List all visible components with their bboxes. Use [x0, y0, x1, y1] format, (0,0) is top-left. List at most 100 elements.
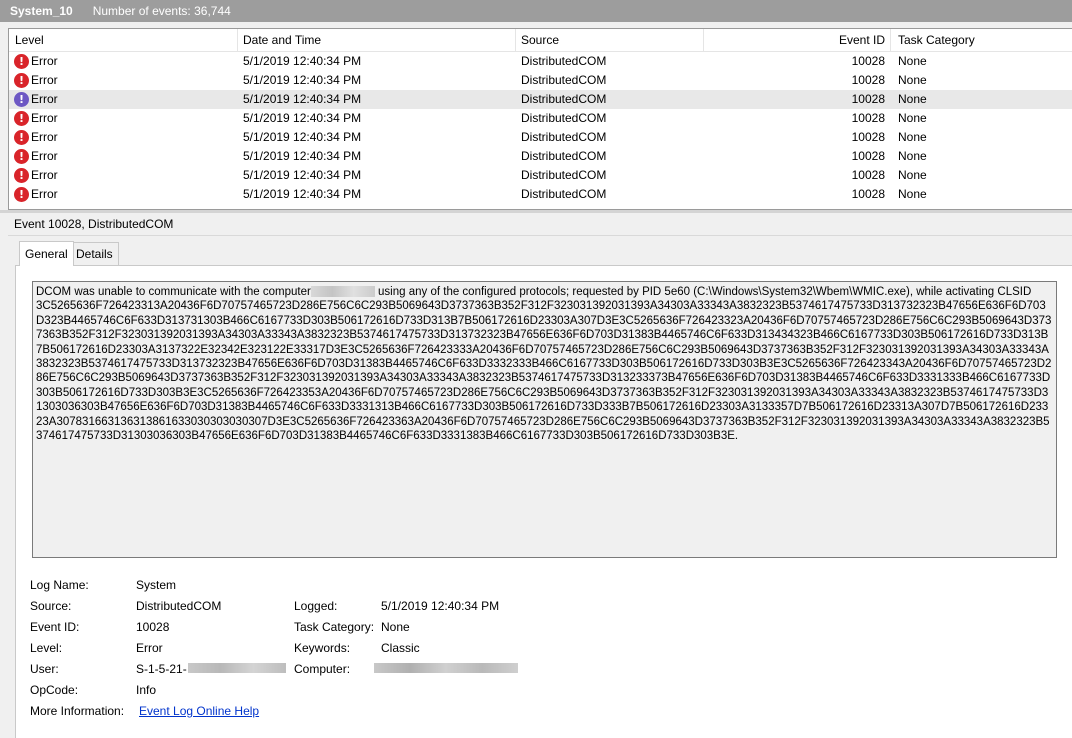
- pane-splitter[interactable]: [0, 210, 1072, 213]
- event-level: Error: [31, 149, 58, 163]
- task-category-label: Task Category:: [294, 620, 375, 634]
- event-date: 5/1/2019 12:40:34 PM: [243, 187, 362, 201]
- event-description-box[interactable]: DCOM was unable to communicate with the …: [32, 281, 1057, 558]
- user-label: User:: [30, 662, 59, 676]
- description-text-continued: using any of the configured protocols; r…: [374, 286, 1032, 298]
- event-detail-title: Event 10028, DistributedCOM: [14, 217, 174, 231]
- opcode-label: OpCode:: [30, 683, 79, 697]
- event-id: 10028: [851, 111, 885, 125]
- column-divider[interactable]: [703, 29, 704, 51]
- event-level: Error: [31, 130, 58, 144]
- description-clsid: 3C5265636F726423313A20436F6D70757465723D…: [36, 300, 1052, 443]
- event-category: None: [898, 149, 927, 163]
- event-level: Error: [31, 54, 58, 68]
- error-icon: !: [14, 92, 29, 107]
- redacted-user-sid: [188, 663, 286, 673]
- event-id: 10028: [851, 168, 885, 182]
- column-divider[interactable]: [237, 29, 238, 51]
- logged-value: 5/1/2019 12:40:34 PM: [381, 599, 500, 613]
- grid-header: Level Date and Time Source Event ID Task…: [9, 29, 1072, 52]
- event-date: 5/1/2019 12:40:34 PM: [243, 149, 362, 163]
- event-row[interactable]: ! Error 5/1/2019 12:40:34 PM Distributed…: [9, 128, 1072, 147]
- error-icon: !: [14, 54, 29, 69]
- event-category: None: [898, 187, 927, 201]
- column-header-task-category[interactable]: Task Category: [898, 29, 975, 51]
- event-row[interactable]: ! Error 5/1/2019 12:40:34 PM Distributed…: [9, 147, 1072, 166]
- log-name-value: System: [136, 578, 177, 592]
- level-value: Error: [136, 641, 163, 655]
- event-level: Error: [31, 92, 58, 106]
- event-id: 10028: [851, 130, 885, 144]
- event-category: None: [898, 111, 927, 125]
- source-label: Source:: [30, 599, 72, 613]
- event-log-online-help-link[interactable]: Event Log Online Help: [139, 702, 259, 720]
- tab-general[interactable]: General: [19, 241, 74, 266]
- event-date: 5/1/2019 12:40:34 PM: [243, 73, 362, 87]
- column-divider[interactable]: [890, 29, 891, 51]
- divider: [8, 235, 1072, 236]
- event-category: None: [898, 168, 927, 182]
- event-id: 10028: [851, 187, 885, 201]
- event-source: DistributedCOM: [521, 149, 607, 163]
- event-count: Number of events: 36,744: [92, 4, 231, 18]
- event-id-value: 10028: [136, 620, 170, 634]
- keywords-label: Keywords:: [294, 641, 351, 655]
- event-category: None: [898, 130, 927, 144]
- level-label: Level:: [30, 641, 63, 655]
- event-row-selected[interactable]: ! Error 5/1/2019 12:40:34 PM Distributed…: [9, 90, 1072, 109]
- error-icon: !: [14, 187, 29, 202]
- log-name-label: Log Name:: [30, 578, 89, 592]
- source-value: DistributedCOM: [136, 599, 222, 613]
- log-title-bar: System_10 Number of events: 36,744: [0, 0, 1072, 22]
- event-source: DistributedCOM: [521, 130, 607, 144]
- event-date: 5/1/2019 12:40:34 PM: [243, 54, 362, 68]
- error-icon: !: [14, 111, 29, 126]
- column-header-level[interactable]: Level: [15, 29, 44, 51]
- event-id: 10028: [851, 149, 885, 163]
- event-level: Error: [31, 111, 58, 125]
- error-icon: !: [14, 73, 29, 88]
- event-row[interactable]: ! Error 5/1/2019 12:40:34 PM Distributed…: [9, 52, 1072, 71]
- error-icon: !: [14, 149, 29, 164]
- event-source: DistributedCOM: [521, 168, 607, 182]
- event-level: Error: [31, 168, 58, 182]
- event-category: None: [898, 92, 927, 106]
- keywords-value: Classic: [381, 641, 420, 655]
- error-icon: !: [14, 130, 29, 145]
- event-date: 5/1/2019 12:40:34 PM: [243, 111, 362, 125]
- column-header-source[interactable]: Source: [521, 29, 559, 51]
- logged-label: Logged:: [294, 599, 338, 613]
- event-source: DistributedCOM: [521, 111, 607, 125]
- event-source: DistributedCOM: [521, 92, 607, 106]
- redacted-computer-value: [374, 663, 518, 673]
- event-row[interactable]: ! Error 5/1/2019 12:40:34 PM Distributed…: [9, 166, 1072, 185]
- redacted-computer-name: [310, 286, 375, 298]
- column-divider[interactable]: [515, 29, 516, 51]
- error-icon: !: [14, 168, 29, 183]
- log-name: System_10: [10, 4, 73, 18]
- event-row[interactable]: ! Error 5/1/2019 12:40:34 PM Distributed…: [9, 185, 1072, 204]
- event-category: None: [898, 54, 927, 68]
- event-date: 5/1/2019 12:40:34 PM: [243, 168, 362, 182]
- event-id-label: Event ID:: [30, 620, 80, 634]
- tab-details[interactable]: Details: [70, 242, 119, 265]
- event-source: DistributedCOM: [521, 187, 607, 201]
- event-category: None: [898, 73, 927, 87]
- event-source: DistributedCOM: [521, 73, 607, 87]
- event-source: DistributedCOM: [521, 54, 607, 68]
- event-row[interactable]: ! Error 5/1/2019 12:40:34 PM Distributed…: [9, 71, 1072, 90]
- event-id: 10028: [851, 92, 885, 106]
- event-row[interactable]: ! Error 5/1/2019 12:40:34 PM Distributed…: [9, 109, 1072, 128]
- event-level: Error: [31, 73, 58, 87]
- column-header-event-id[interactable]: Event ID: [789, 29, 885, 51]
- task-category-value: None: [381, 620, 410, 634]
- event-id: 10028: [851, 73, 885, 87]
- event-id: 10028: [851, 54, 885, 68]
- event-date: 5/1/2019 12:40:34 PM: [243, 130, 362, 144]
- description-text: DCOM was unable to communicate with the …: [36, 286, 311, 298]
- user-value: S-1-5-21-: [136, 662, 187, 676]
- event-date: 5/1/2019 12:40:34 PM: [243, 92, 362, 106]
- events-grid[interactable]: Level Date and Time Source Event ID Task…: [8, 28, 1072, 210]
- computer-label: Computer:: [294, 662, 351, 676]
- column-header-date[interactable]: Date and Time: [243, 29, 321, 51]
